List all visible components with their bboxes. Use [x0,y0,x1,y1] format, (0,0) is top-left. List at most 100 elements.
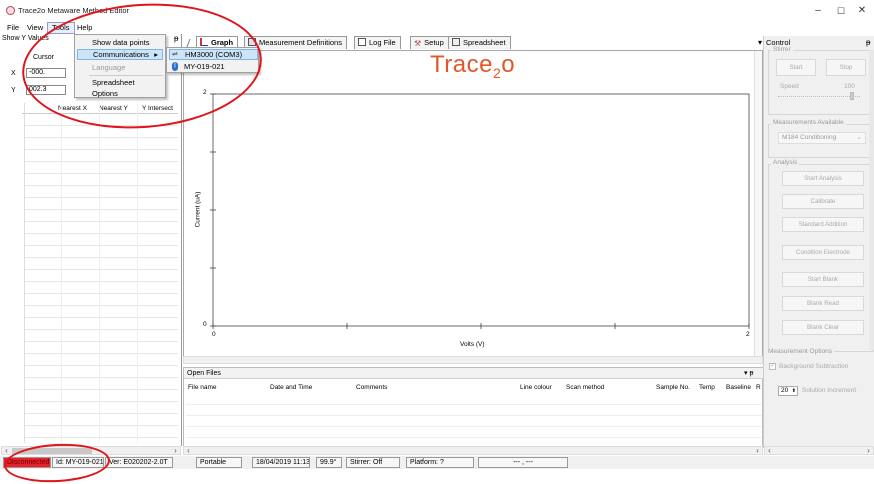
grid-row[interactable] [24,282,178,294]
left-horizontal-scrollbar[interactable]: ‹ › [1,446,181,455]
control-pin-icon[interactable]: ᵽ [866,38,870,47]
y-axis-label: Current (uA) [194,191,202,228]
start-blank-button[interactable]: Start Blank [782,272,864,287]
file-row[interactable] [186,394,762,405]
grid-row[interactable] [24,186,178,198]
blank-read-button[interactable]: Blank Read [782,296,864,311]
scroll-right-arrow-icon[interactable]: › [753,447,762,456]
speed-slider-thumb[interactable] [850,92,854,100]
graph-vertical-scrollbar[interactable] [754,51,762,356]
grid-row[interactable] [24,198,178,210]
start-analysis-button[interactable]: Start Analysis [782,171,864,186]
scroll-thumb[interactable] [12,448,92,454]
column-nearest-x[interactable]: Nearest X [58,105,87,112]
tab-list-dropdown-icon[interactable]: ▾ [758,38,762,47]
menu-item-language[interactable]: Language [77,62,163,73]
menu-tools[interactable]: Tools [47,22,75,34]
menu-item-hm3000[interactable]: ⇌ HM3000 (COM3) [169,49,258,60]
column-r[interactable]: R [756,384,761,391]
y-value-field[interactable]: 002.3 [26,85,66,95]
condition-electrode-button[interactable]: Condition Electrode [782,245,864,260]
grid-row[interactable] [24,426,178,438]
scroll-left-arrow-icon[interactable]: ‹ [765,447,774,456]
grid-row[interactable] [24,150,178,162]
control-vertical-scrollbar[interactable] [869,50,874,350]
stirrer-stop-button[interactable]: Stop [826,59,866,76]
grid-row[interactable] [24,246,178,258]
column-baseline[interactable]: Baseline [726,384,751,391]
open-files-pin-icon[interactable]: ▾ ᵽ [744,369,753,377]
grid-row[interactable] [24,318,178,330]
file-row[interactable] [186,427,762,438]
grid-row[interactable] [24,390,178,402]
graph-panel[interactable]: Trace2o 2 0 0 2 Volts (V) Current (uA) [183,50,763,362]
grid-row[interactable] [24,366,178,378]
grid-row[interactable] [24,306,178,318]
close-button[interactable]: ✕ [850,4,874,18]
tab-log-file[interactable]: Log File [354,36,401,49]
grid-row[interactable] [24,234,178,246]
control-horizontal-scrollbar[interactable]: ‹ › [764,446,874,455]
x-value-field[interactable]: -000. [26,68,66,78]
grid-row[interactable] [24,210,178,222]
grid-row[interactable] [24,342,178,354]
menu-view[interactable]: View [23,22,47,34]
solution-increment-stepper[interactable]: 20 ⬍ [778,386,798,396]
column-line-colour[interactable]: Line colour [520,384,552,391]
column-sample-no[interactable]: Sample No. [656,384,690,391]
standard-addition-button[interactable]: Standard Addition [782,217,864,232]
grid-row[interactable] [24,402,178,414]
scroll-left-arrow-icon[interactable]: ‹ [184,447,193,456]
grid-row[interactable] [24,378,178,390]
tab-spreadsheet[interactable]: Spreadsheet [448,36,511,49]
menu-item-options[interactable]: Options [77,88,163,99]
open-files-horizontal-scrollbar[interactable]: ‹ › [183,446,763,455]
column-y-intersect[interactable]: Y Intersect [142,105,173,112]
scroll-right-arrow-icon[interactable]: › [171,447,180,456]
column-scan-method[interactable]: Scan method [566,384,604,391]
document-icon [358,38,366,46]
calibrate-button[interactable]: Calibrate [782,194,864,209]
grid-row[interactable] [24,414,178,426]
grid-row[interactable] [24,258,178,270]
stirrer-start-button[interactable]: Start [776,59,816,76]
menu-item-show-data-points[interactable]: Show data points [77,37,163,48]
tab-spreadsheet-label: Spreadsheet [463,38,506,47]
measurement-select[interactable]: M184 Conditioning ⌄ [778,132,866,144]
grid-row[interactable] [24,174,178,186]
file-row[interactable] [186,416,762,427]
grid-row[interactable] [24,354,178,366]
column-temp[interactable]: Temp [699,384,715,391]
speed-slider-track[interactable] [778,96,860,97]
menu-item-spreadsheet[interactable]: Spreadsheet [77,77,163,88]
grid-row[interactable] [24,270,178,282]
grid-row[interactable] [24,330,178,342]
background-subtraction-checkbox[interactable]: ✓ [769,363,776,370]
column-nearest-y[interactable]: Nearest Y [99,105,128,112]
column-comments[interactable]: Comments [356,384,387,391]
menu-item-my-019-021[interactable]: ᛒ MY-019-021 [169,61,258,72]
tab-measurement-definitions[interactable]: Measurement Definitions [244,36,347,49]
graph-horizontal-scrollbar[interactable] [183,356,763,364]
minimize-button[interactable]: – [806,4,830,18]
stepper-arrows-icon[interactable]: ⬍ [792,387,796,395]
grid-row[interactable] [24,222,178,234]
menu-file[interactable]: File [3,22,23,34]
grid-row[interactable] [24,294,178,306]
grid-row[interactable] [24,114,178,126]
scroll-left-arrow-icon[interactable]: ‹ [2,447,11,456]
blank-clear-button[interactable]: Blank Clear [782,320,864,335]
control-panel: Control ᵽ Stirrer Start Stop Speed 100 M… [763,36,874,448]
column-date-time[interactable]: Date and Time [270,384,312,391]
grid-row[interactable] [24,162,178,174]
grid-row[interactable] [24,138,178,150]
menu-item-communications[interactable]: Communications ▸ [77,49,163,60]
menu-help[interactable]: Help [73,22,96,34]
scroll-right-arrow-icon[interactable]: › [864,447,873,456]
pin-icon[interactable]: ᵽ [174,34,178,43]
graph-plot[interactable] [184,51,762,361]
file-row[interactable] [186,405,762,416]
tab-setup[interactable]: ⚒ Setup [410,36,449,49]
grid-row[interactable] [24,126,178,138]
column-file-name[interactable]: File name [188,384,217,391]
